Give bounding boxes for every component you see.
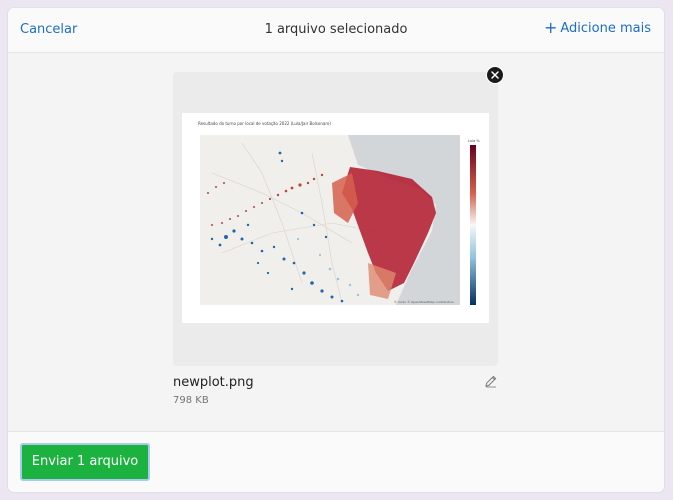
dialog-header: Cancelar 1 arquivo selecionado + Adicione… xyxy=(8,8,664,53)
add-more-button[interactable]: + Adicione mais xyxy=(543,18,651,37)
remove-file-button[interactable] xyxy=(486,66,504,84)
file-preview-card: Resultado do turno por local de votação … xyxy=(173,72,498,366)
pencil-icon[interactable] xyxy=(484,374,498,388)
map-thumbnail-image: Resultado do turno por local de votação … xyxy=(198,121,480,305)
add-more-label: Adicione mais xyxy=(560,21,651,36)
close-icon xyxy=(491,71,499,79)
upload-dialog: Cancelar 1 arquivo selecionado + Adicione… xyxy=(8,8,664,492)
file-name: newplot.png xyxy=(173,375,254,390)
thumbnail-caption: Resultado do turno por local de votação … xyxy=(198,121,331,126)
upload-button[interactable]: Enviar 1 arquivo xyxy=(20,443,150,481)
file-thumbnail: Resultado do turno por local de votação … xyxy=(182,113,489,323)
thumbnail-attribution: © Carto © OpenStreetMap contributors xyxy=(394,300,454,304)
thumbnail-colorbar-title: Lula % xyxy=(468,139,480,143)
plus-icon: + xyxy=(543,18,558,37)
file-size: 798 KB xyxy=(173,395,209,406)
dialog-footer: Enviar 1 arquivo xyxy=(8,431,664,492)
